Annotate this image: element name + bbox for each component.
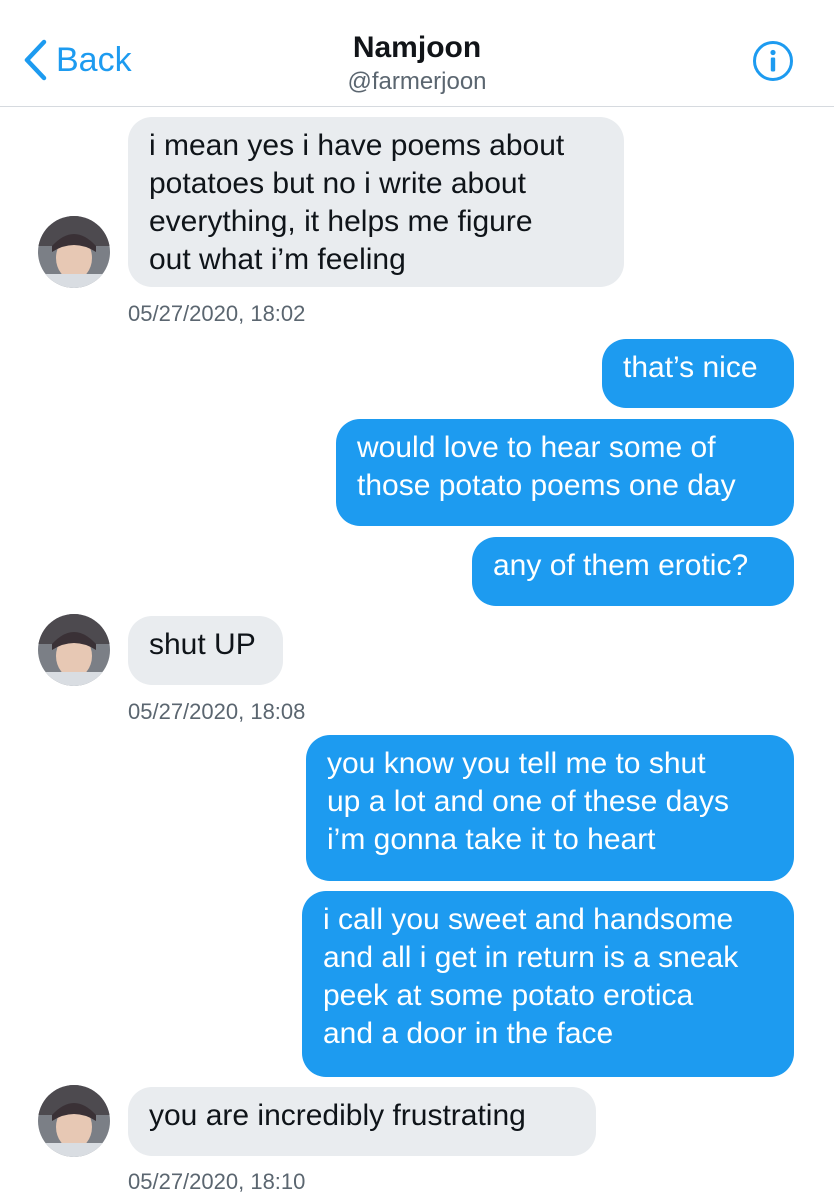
message-bubble-outgoing[interactable]: any of them erotic?: [472, 537, 794, 606]
avatar[interactable]: [38, 216, 110, 288]
message-bubble-outgoing[interactable]: would love to hear some of those potato …: [336, 419, 794, 526]
message-bubble-outgoing[interactable]: i call you sweet and handsome and all i …: [302, 891, 794, 1077]
message-bubble-incoming[interactable]: shut UP: [128, 616, 283, 685]
message-timestamp: 05/27/2020, 18:10: [128, 1169, 306, 1194]
message-bubble-outgoing[interactable]: you know you tell me to shut up a lot an…: [306, 735, 794, 881]
message-bubble-incoming[interactable]: you are incredibly frustrating: [128, 1087, 596, 1156]
message-bubble-incoming[interactable]: i mean yes i have poems about potatoes b…: [128, 117, 624, 287]
message-timestamp: 05/27/2020, 18:02: [128, 301, 306, 326]
avatar[interactable]: [38, 1085, 110, 1157]
info-button[interactable]: [752, 40, 794, 82]
avatar[interactable]: [38, 614, 110, 686]
contact-handle: @farmerjoon: [347, 68, 487, 95]
message-bubble-outgoing[interactable]: that’s nice: [602, 339, 794, 408]
info-circle-icon: [752, 41, 794, 86]
message-timestamp: 05/27/2020, 18:08: [128, 699, 306, 724]
conversation-header: Back Namjoon @farmerjoon: [0, 0, 834, 107]
contact-name: Namjoon: [352, 31, 482, 64]
